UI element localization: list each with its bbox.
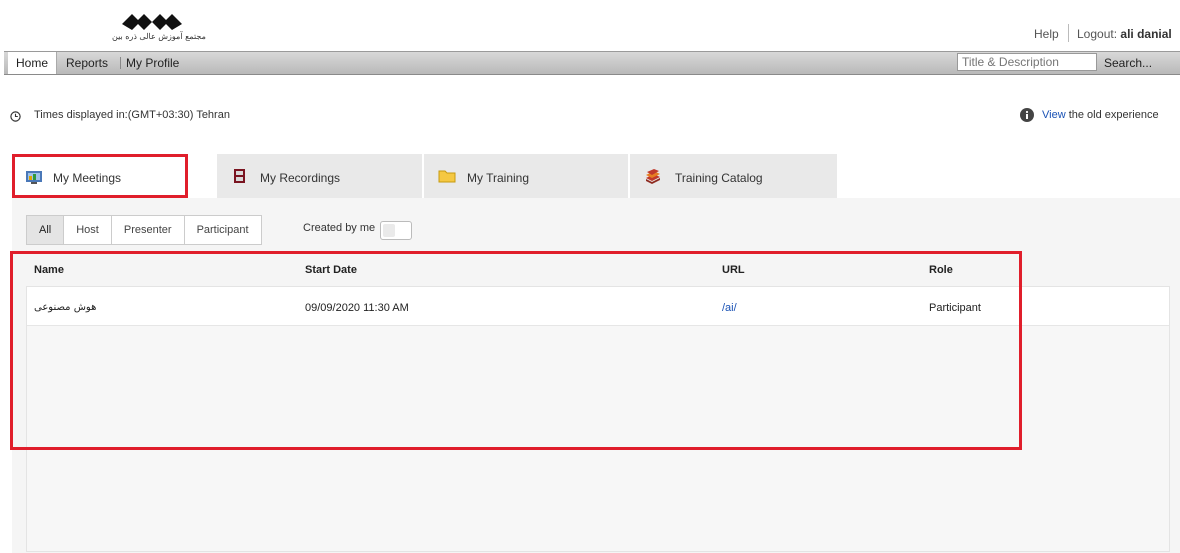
tab-label: My Recordings (260, 171, 341, 185)
created-by-me-label: Created by me (303, 222, 376, 234)
info-icon (1020, 108, 1034, 122)
filter-all[interactable]: All (27, 216, 65, 244)
meetings-icon (25, 169, 43, 185)
tab-label: My Meetings (53, 171, 122, 185)
timezone-text: Times displayed in:(GMT+03:30) Tehran (34, 109, 230, 121)
nav-separator (120, 57, 121, 69)
nav-my-profile[interactable]: My Profile (126, 52, 179, 74)
view-old-experience-link[interactable]: View (1042, 109, 1066, 121)
filter-presenter[interactable]: Presenter (112, 216, 185, 244)
search-button[interactable]: Search... (1104, 52, 1152, 74)
filter-participant[interactable]: Participant (185, 216, 261, 244)
created-by-me-toggle[interactable] (380, 221, 412, 240)
logout-link[interactable]: Logout: ali danial (1077, 27, 1172, 41)
help-link[interactable]: Help (1034, 27, 1059, 41)
clock-icon (10, 109, 21, 122)
tab-label: My Training (467, 171, 530, 185)
tab-label: Training Catalog (675, 171, 763, 185)
nav-reports[interactable]: Reports (66, 52, 108, 74)
old-experience-text: the old experience (1065, 109, 1159, 121)
folder-icon (438, 168, 456, 184)
logo-text: مجتمع آموزش عالی ذره بین (112, 32, 206, 41)
tab-my-training[interactable]: My Training (424, 154, 628, 198)
tab-training-catalog[interactable]: Training Catalog (630, 154, 837, 198)
logout-label[interactable]: Logout: (1077, 27, 1117, 41)
tab-my-recordings[interactable]: My Recordings (217, 154, 422, 198)
toggle-knob (383, 224, 395, 237)
recordings-icon (231, 168, 249, 184)
old-experience: View the old experience (1042, 109, 1159, 121)
tab-my-meetings[interactable]: My Meetings (12, 154, 188, 198)
catalog-books-icon (644, 168, 662, 184)
header-divider (1068, 24, 1069, 42)
nav-home[interactable]: Home (8, 52, 58, 74)
search-input[interactable] (957, 53, 1097, 71)
user-name: ali danial (1120, 27, 1172, 41)
table-highlight-frame (10, 251, 1022, 450)
role-filter-group: All Host Presenter Participant (26, 215, 262, 245)
filter-host[interactable]: Host (64, 216, 112, 244)
